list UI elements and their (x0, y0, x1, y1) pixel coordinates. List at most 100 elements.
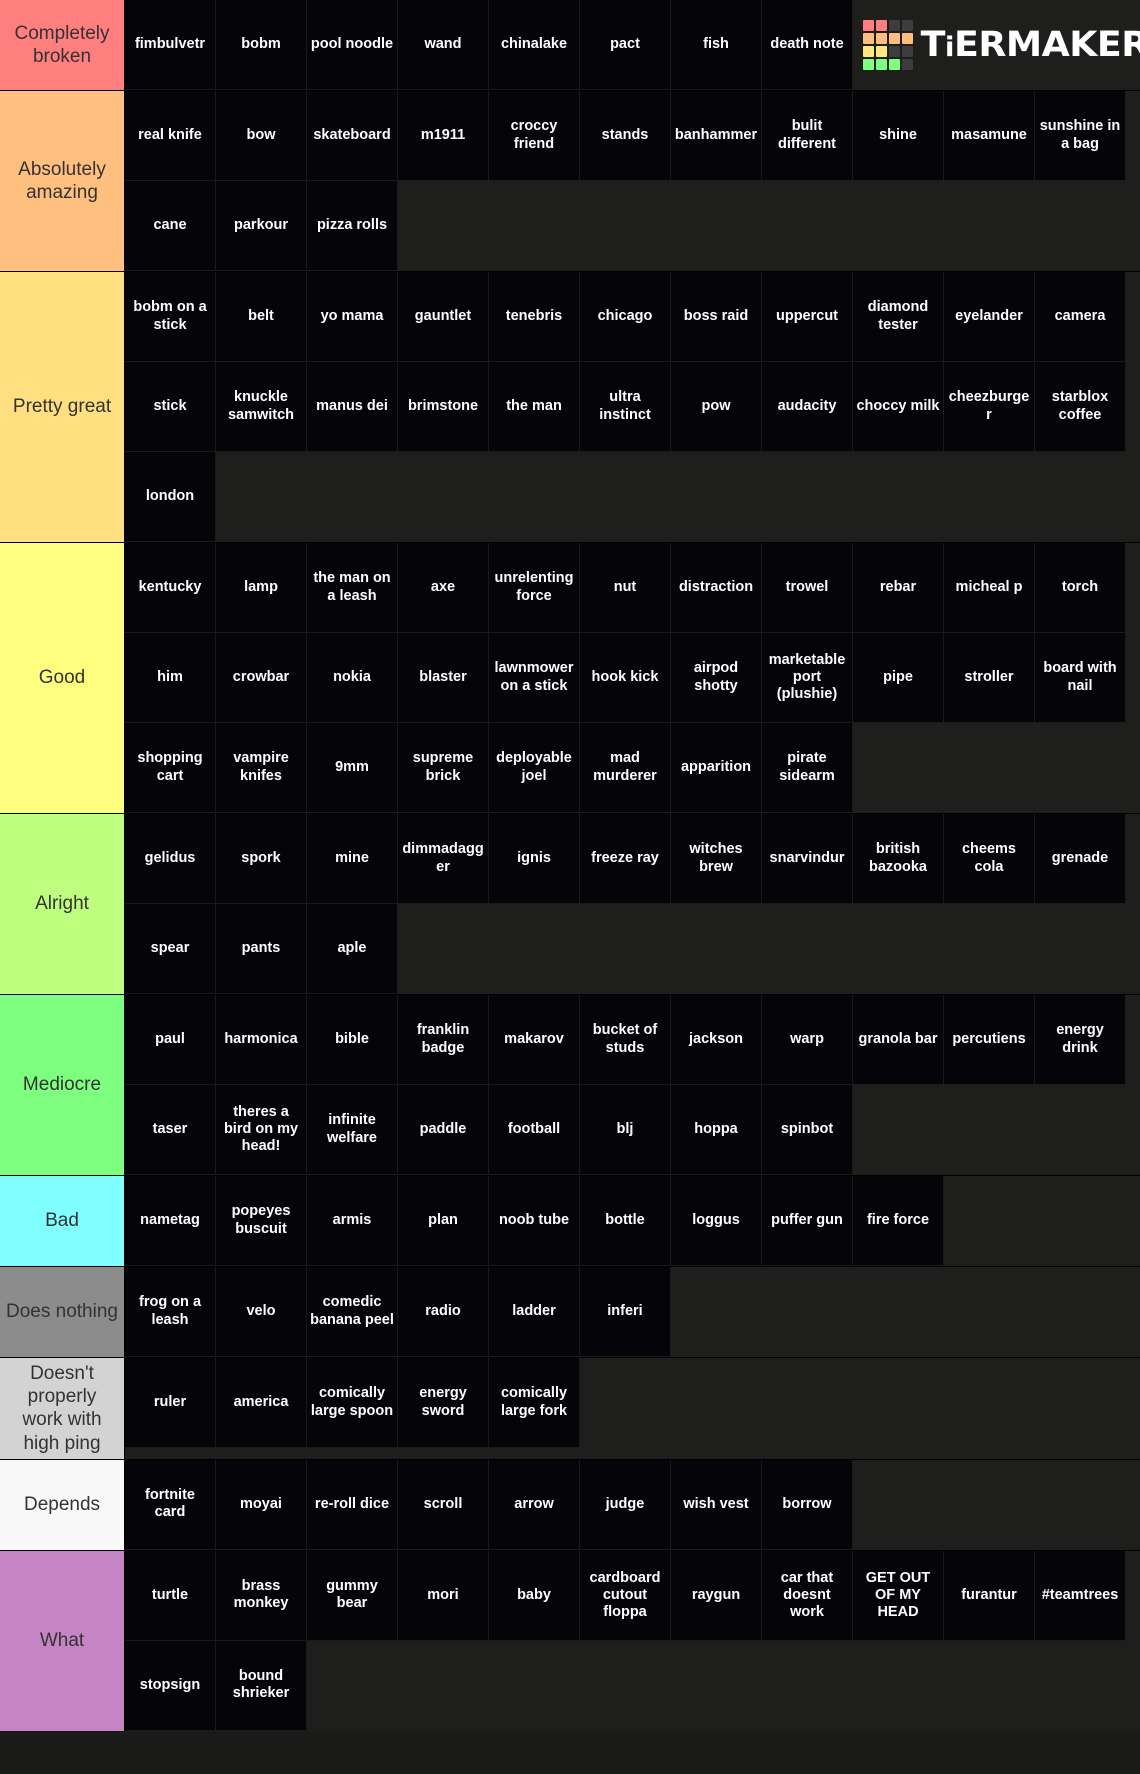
tier-item[interactable]: deployable joel (489, 723, 580, 813)
tier-item[interactable]: lamp (216, 543, 307, 633)
tier-item[interactable]: franklin badge (398, 995, 489, 1085)
tier-item[interactable]: makarov (489, 995, 580, 1085)
tier-item[interactable]: gummy bear (307, 1550, 398, 1641)
tier-item[interactable]: shopping cart (125, 723, 216, 813)
tier-item[interactable]: rebar (853, 543, 944, 633)
tier-item[interactable]: wand (398, 0, 489, 90)
tier-item[interactable]: tenebris (489, 272, 580, 362)
tier-item[interactable]: spear (125, 904, 216, 994)
tier-item[interactable]: starblox coffee (1035, 362, 1126, 452)
tier-item[interactable]: chinalake (489, 0, 580, 90)
tier-item[interactable]: the man (489, 362, 580, 452)
tier-item[interactable]: borrow (762, 1459, 853, 1550)
tier-item[interactable]: eyelander (944, 272, 1035, 362)
tier-item[interactable]: snarvindur (762, 814, 853, 904)
tier-item[interactable]: gelidus (125, 814, 216, 904)
tier-item[interactable]: audacity (762, 362, 853, 452)
tier-item[interactable]: fire force (853, 1176, 944, 1266)
tier-item[interactable]: mori (398, 1550, 489, 1641)
tier-item[interactable]: ultra instinct (580, 362, 671, 452)
tier-item[interactable]: witches brew (671, 814, 762, 904)
tier-item[interactable]: crowbar (216, 633, 307, 723)
tier-item[interactable]: uppercut (762, 272, 853, 362)
tier-item[interactable]: death note (762, 0, 853, 90)
tier-item[interactable]: wish vest (671, 1459, 762, 1550)
tier-item[interactable]: pipe (853, 633, 944, 723)
tier-item[interactable]: 9mm (307, 723, 398, 813)
tier-item[interactable]: m1911 (398, 91, 489, 181)
tier-item[interactable]: football (489, 1085, 580, 1175)
tier-item[interactable]: furantur (944, 1550, 1035, 1641)
tier-item[interactable]: skateboard (307, 91, 398, 181)
tier-item[interactable]: knuckle samwitch (216, 362, 307, 452)
tier-item[interactable]: spork (216, 814, 307, 904)
tier-label[interactable]: Bad (0, 1176, 125, 1266)
tier-item[interactable]: stick (125, 362, 216, 452)
tier-item[interactable]: car that doesnt work (762, 1550, 853, 1641)
tier-item[interactable]: boss raid (671, 272, 762, 362)
tier-item[interactable]: fimbulvetr (125, 0, 216, 90)
tier-item[interactable]: taser (125, 1085, 216, 1175)
tier-item[interactable]: him (125, 633, 216, 723)
tier-label[interactable]: Mediocre (0, 995, 125, 1175)
tier-item[interactable]: bible (307, 995, 398, 1085)
tier-item[interactable]: pizza rolls (307, 181, 398, 271)
tier-item[interactable]: warp (762, 995, 853, 1085)
tier-item[interactable]: shine (853, 91, 944, 181)
tier-label[interactable]: Doesn't properly work with high ping (0, 1358, 125, 1459)
tier-label[interactable]: Alright (0, 814, 125, 994)
tier-item[interactable]: grenade (1035, 814, 1126, 904)
tier-item[interactable]: inferi (580, 1267, 671, 1357)
tier-item[interactable]: percutiens (944, 995, 1035, 1085)
tier-item[interactable]: vampire knifes (216, 723, 307, 813)
tier-item[interactable]: loggus (671, 1176, 762, 1266)
tier-item[interactable]: bobm (216, 0, 307, 90)
tier-item[interactable]: axe (398, 543, 489, 633)
tier-item[interactable]: real knife (125, 91, 216, 181)
tier-item[interactable]: cheezburger (944, 362, 1035, 452)
tier-item[interactable]: baby (489, 1550, 580, 1641)
tier-item[interactable]: the man on a leash (307, 543, 398, 633)
tier-label[interactable]: What (0, 1550, 125, 1731)
tier-item[interactable]: america (216, 1358, 307, 1448)
tier-item[interactable]: pants (216, 904, 307, 994)
tier-item[interactable]: distraction (671, 543, 762, 633)
tier-item[interactable]: infinite welfare (307, 1085, 398, 1175)
tier-item[interactable]: gauntlet (398, 272, 489, 362)
tier-item[interactable]: yo mama (307, 272, 398, 362)
tier-item[interactable]: mine (307, 814, 398, 904)
tier-label[interactable]: Depends (0, 1459, 125, 1550)
tier-item[interactable]: cheems cola (944, 814, 1035, 904)
tier-item[interactable]: banhammer (671, 91, 762, 181)
tier-label[interactable]: Completely broken (0, 0, 125, 90)
tier-item[interactable]: blj (580, 1085, 671, 1175)
tier-item[interactable]: comedic banana peel (307, 1267, 398, 1357)
tier-item[interactable]: raygun (671, 1550, 762, 1641)
tier-item[interactable]: spinbot (762, 1085, 853, 1175)
tier-item[interactable]: kentucky (125, 543, 216, 633)
tier-item[interactable]: energy sword (398, 1358, 489, 1448)
tier-item[interactable]: cardboard cutout floppa (580, 1550, 671, 1641)
tier-item[interactable]: #teamtrees (1035, 1550, 1126, 1641)
tier-item[interactable]: fish (671, 0, 762, 90)
tier-item[interactable]: bulit different (762, 91, 853, 181)
tier-item[interactable]: bow (216, 91, 307, 181)
tier-item[interactable]: comically large fork (489, 1358, 580, 1448)
tier-item[interactable]: freeze ray (580, 814, 671, 904)
tier-label[interactable]: Pretty great (0, 272, 125, 542)
tier-item[interactable]: frog on a leash (125, 1267, 216, 1357)
tier-item[interactable]: unrelenting force (489, 543, 580, 633)
tier-item[interactable]: blaster (398, 633, 489, 723)
tier-item[interactable]: GET OUT OF MY HEAD (853, 1550, 944, 1641)
tier-item[interactable]: micheal p (944, 543, 1035, 633)
tier-item[interactable]: pow (671, 362, 762, 452)
tier-item[interactable]: chicago (580, 272, 671, 362)
tier-item[interactable]: manus dei (307, 362, 398, 452)
tier-item[interactable]: harmonica (216, 995, 307, 1085)
tier-item[interactable]: parkour (216, 181, 307, 271)
tier-item[interactable]: pact (580, 0, 671, 90)
tier-item[interactable]: brass monkey (216, 1550, 307, 1641)
tier-item[interactable]: pool noodle (307, 0, 398, 90)
tier-item[interactable]: croccy friend (489, 91, 580, 181)
tier-item[interactable]: fortnite card (125, 1459, 216, 1550)
